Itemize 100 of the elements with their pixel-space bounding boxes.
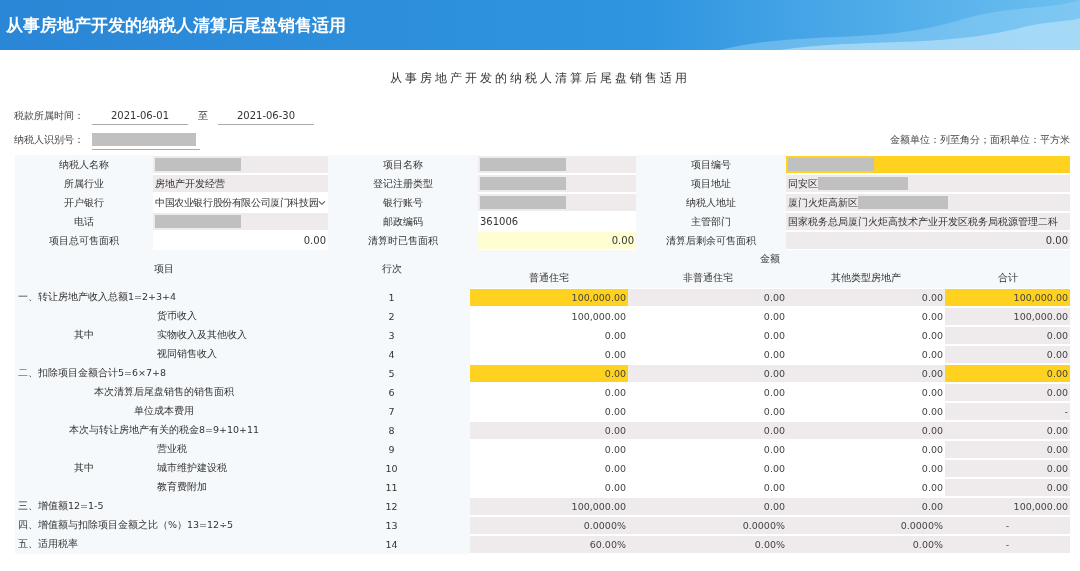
bank-select[interactable]: 中国农业银行股份有限公司厦门科技园 <box>153 194 328 211</box>
field-label: 纳税人地址 <box>686 195 736 210</box>
row-label: 二、扣除项目金额合计5=6×7+8 <box>18 367 167 380</box>
column-header: 金额 <box>760 253 780 266</box>
field-label: 电话 <box>74 214 94 229</box>
amount-cell: 0.00 <box>945 441 1070 458</box>
amount-cell: 0.0000% <box>470 517 628 534</box>
row-label: 营业税 <box>157 443 187 456</box>
amount-cell: 60.00% <box>470 536 628 553</box>
amount-cell: 100,000.00 <box>945 289 1070 306</box>
amount-cell: 0.00 <box>945 365 1070 382</box>
amount-cell: 0.00 <box>945 346 1070 363</box>
amount-cell: 100,000.00 <box>470 498 628 515</box>
field-label: 开户银行 <box>64 195 104 210</box>
row-label: 本次清算后尾盘销售的销售面积 <box>94 386 234 399</box>
separator-text: 至 <box>198 109 208 123</box>
line-number: 11 <box>385 482 398 493</box>
field-label: 纳税人名称 <box>59 157 109 172</box>
row-label: 五、适用税率 <box>18 538 78 551</box>
field-label: 主管部门 <box>691 214 731 229</box>
line-number: 3 <box>388 330 395 341</box>
amount-cell: 0.00 <box>787 365 945 382</box>
amount-cell: 100,000.00 <box>470 289 628 306</box>
amount-cell: 0.00 <box>628 498 787 515</box>
amount-cell: - <box>945 403 1070 420</box>
start-date-field[interactable]: 2021-06-01 <box>92 107 188 125</box>
field-label: 登记注册类型 <box>373 176 433 191</box>
amount-cell: 0.00 <box>945 460 1070 477</box>
amount-cell: - <box>945 517 1070 534</box>
column-header: 普通住宅 <box>529 272 569 285</box>
amount-cell: 100,000.00 <box>945 498 1070 515</box>
amount-cell: 0.00 <box>470 365 628 382</box>
line-number: 1 <box>388 292 395 303</box>
field-label: 项目地址 <box>691 176 731 191</box>
field-label: 税款所属时间： <box>14 109 85 123</box>
field-label: 纳税人识别号： <box>14 133 85 147</box>
value-text: 0.00 <box>611 235 634 246</box>
row-label: 实物收入及其他收入 <box>157 329 247 342</box>
row-label: 一、转让房地产收入总额1=2+3+4 <box>18 291 177 304</box>
value-text: 361006 <box>480 216 519 227</box>
amount-cell: 0.00 <box>945 384 1070 401</box>
value-text: 同安区 <box>788 176 818 191</box>
amount-cell: 0.00 <box>628 422 787 439</box>
amount-cell: 0.00 <box>787 289 945 306</box>
amount-cell: 0.00 <box>945 422 1070 439</box>
form-title: 从事房地产开发的纳税人清算后尾盘销售适用 <box>390 70 690 87</box>
line-number: 10 <box>385 463 398 474</box>
row-label: 本次与转让房地产有关的税金8=9+10+11 <box>68 424 260 437</box>
amount-cell: 0.00% <box>628 536 787 553</box>
amount-cell: 0.00 <box>787 422 945 439</box>
chevron-down-icon <box>318 199 326 206</box>
unit-note: 金额单位：列至角分；面积单位：平方米 <box>890 133 1070 147</box>
line-number: 2 <box>388 311 395 322</box>
line-number: 6 <box>388 387 395 398</box>
value-text: 厦门火炬高新区 <box>788 195 858 210</box>
value-cell[interactable]: 0.00 <box>478 232 636 249</box>
column-header: 项目 <box>154 262 174 276</box>
row-label: 教育费附加 <box>157 481 207 494</box>
amount-cell: 0.0000% <box>787 517 945 534</box>
end-date-field[interactable]: 2021-06-30 <box>218 107 314 125</box>
field-label: 项目名称 <box>383 157 423 172</box>
group-label: 其中 <box>74 329 94 342</box>
amount-cell: 0.0000% <box>628 517 787 534</box>
field-label: 清算后剩余可售面积 <box>666 233 756 248</box>
value-text: 0.00 <box>1045 235 1068 246</box>
field-label: 项目总可售面积 <box>49 233 119 248</box>
row-label: 单位成本费用 <box>134 405 194 418</box>
field-label: 邮政编码 <box>383 214 423 229</box>
amount-cell: 0.00 <box>787 498 945 515</box>
amount-cell: - <box>945 536 1070 553</box>
column-header: 行次 <box>381 262 402 276</box>
column-header: 其他类型房地产 <box>831 272 901 285</box>
field-label: 银行账号 <box>383 195 423 210</box>
line-number: 13 <box>385 520 398 531</box>
amount-cell: 100,000.00 <box>945 308 1070 325</box>
amount-cell: 0.00 <box>628 365 787 382</box>
field-label: 所属行业 <box>64 176 104 191</box>
row-label: 四、增值额与扣除项目金额之比（%）13=12÷5 <box>18 519 234 532</box>
line-number: 4 <box>388 349 395 360</box>
amount-cell: 0.00 <box>628 289 787 306</box>
amount-cell: 0.00 <box>945 327 1070 344</box>
line-number: 14 <box>385 539 398 550</box>
column-header: 非普通住宅 <box>682 272 733 285</box>
column-header: 合计 <box>997 272 1018 285</box>
row-label: 货币收入 <box>157 310 197 323</box>
line-number: 5 <box>388 368 395 379</box>
row-label: 视同销售收入 <box>157 348 217 361</box>
amount-cell: 0.00 <box>945 479 1070 496</box>
amount-cell: 0.00% <box>787 536 945 553</box>
value-text: 国家税务总局厦门火炬高技术产业开发区税务局税源管理二科 <box>788 214 1058 229</box>
field-label: 清算时已售面积 <box>368 233 438 248</box>
line-number: 8 <box>388 425 395 436</box>
row-label: 城市维护建设税 <box>157 462 227 475</box>
line-number: 12 <box>385 501 398 512</box>
amount-cell: 0.00 <box>470 422 628 439</box>
line-number: 7 <box>388 406 395 417</box>
window-title: 从事房地产开发的纳税人清算后尾盘销售适用 <box>6 13 346 37</box>
field-label: 项目编号 <box>691 157 731 172</box>
group-label: 其中 <box>74 462 94 475</box>
value-text: 0.00 <box>303 235 326 246</box>
